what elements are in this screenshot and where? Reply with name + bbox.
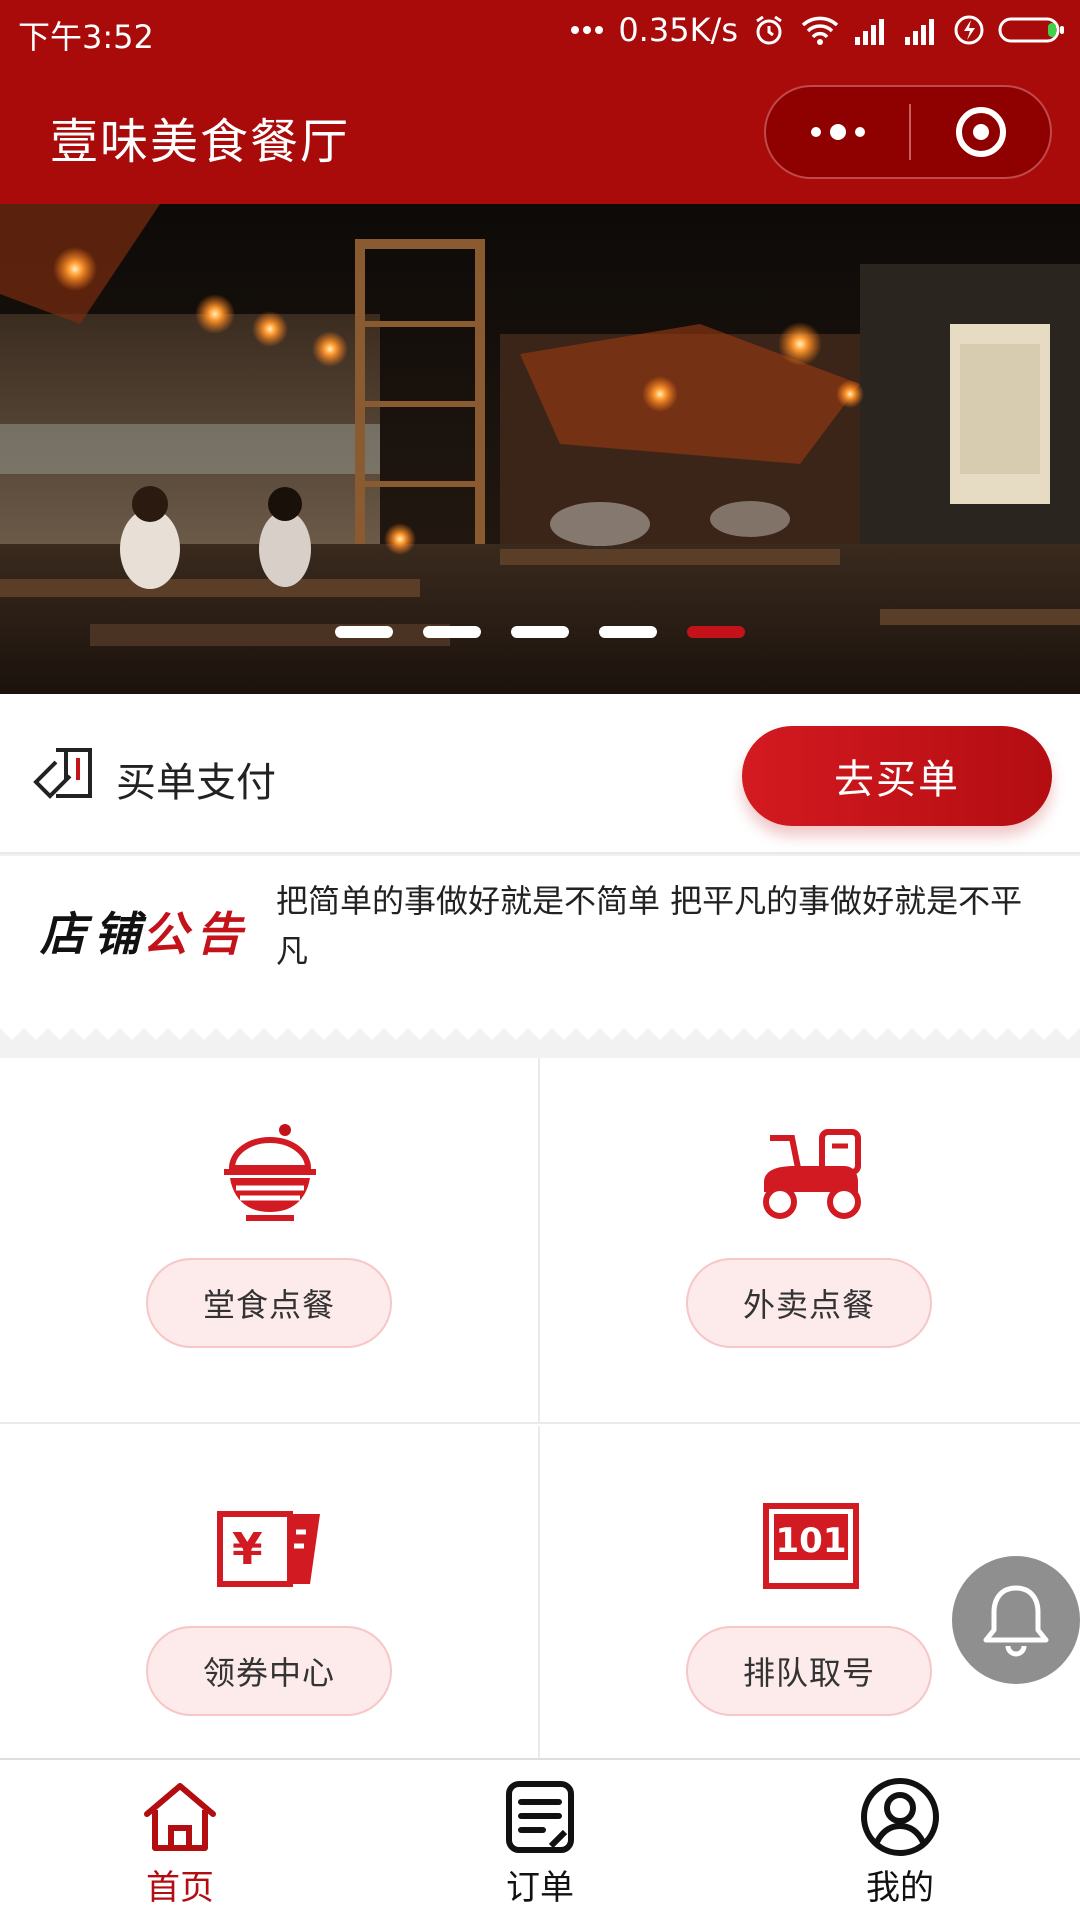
bottom-tab-bar: 首页 订单 我的 [0, 1758, 1080, 1920]
pay-label: 买单支付 [116, 760, 276, 806]
carousel-dot[interactable] [599, 626, 657, 638]
profile-icon [861, 1778, 939, 1856]
signal-icon [855, 19, 884, 45]
battery-icon [998, 17, 1064, 43]
svg-text:¥: ¥ [232, 1524, 263, 1575]
wifi-icon [801, 16, 839, 45]
carousel-dot[interactable] [423, 626, 481, 638]
signal-icon [905, 19, 934, 45]
queue-ticket-icon: 101 [763, 1503, 859, 1589]
carousel-dot[interactable] [511, 626, 569, 638]
service-grid: 堂食点餐 外卖点餐 ¥ 领券中心 101 排队取号 [0, 1058, 1080, 1792]
status-bar: 下午3:52 0.35K/s [0, 0, 1080, 62]
bell-icon [983, 1585, 1049, 1657]
service-cell-dine-in[interactable]: 堂食点餐 [0, 1058, 540, 1424]
rice-bowl-icon [224, 1124, 316, 1221]
notice-text: 把简单的事做好就是不简单 把平凡的事做好就是不平凡 [276, 882, 1023, 970]
close-button[interactable] [911, 87, 1050, 177]
notification-bell-button[interactable] [952, 1556, 1080, 1684]
scooter-icon [763, 1129, 861, 1219]
tab-label: 订单 [506, 1868, 574, 1908]
alarm-icon [756, 15, 782, 45]
close-target-icon [955, 107, 1006, 157]
coupon-icon: ¥ [217, 1511, 320, 1587]
home-icon [144, 1783, 216, 1851]
charging-icon [954, 15, 984, 45]
svg-text:101: 101 [776, 1521, 847, 1561]
store-notice: 店铺 公告 把简单的事做好就是不简单 把平凡的事做好就是不平凡 [0, 856, 1080, 1020]
tab-label: 首页 [146, 1868, 214, 1908]
tab-profile[interactable]: 我的 [720, 1760, 1080, 1920]
tab-home[interactable]: 首页 [0, 1760, 360, 1920]
dine-in-button[interactable]: 堂食点餐 [146, 1258, 392, 1348]
app-header: 壹味美食餐厅 [0, 62, 1080, 204]
carousel-dot-active[interactable] [687, 626, 745, 638]
status-time: 下午3:52 [18, 18, 154, 56]
svg-text:公告: 公告 [142, 907, 246, 961]
status-icons: 0.35K/s [570, 10, 1066, 50]
mini-program-capsule [764, 85, 1052, 179]
tab-orders[interactable]: 订单 [360, 1760, 720, 1920]
pay-section: 买单支付 去买单 [0, 694, 1080, 854]
service-cell-takeout[interactable]: 外卖点餐 [540, 1058, 1080, 1424]
more-dots-icon [571, 26, 604, 34]
page-title: 壹味美食餐厅 [50, 114, 351, 170]
bill-pay-icon [33, 748, 92, 799]
svg-text:店铺: 店铺 [40, 907, 147, 961]
takeout-button[interactable]: 外卖点餐 [686, 1258, 932, 1348]
queue-number-button[interactable]: 排队取号 [686, 1626, 932, 1716]
more-button[interactable] [766, 87, 909, 177]
order-icon [506, 1781, 574, 1853]
go-pay-button[interactable]: 去买单 [742, 726, 1052, 826]
zigzag-divider [0, 1010, 1080, 1058]
restaurant-photo [0, 204, 1080, 694]
network-speed: 0.35K/s [618, 11, 738, 49]
coupon-center-button[interactable]: 领券中心 [146, 1626, 392, 1716]
carousel-dot[interactable] [335, 626, 393, 638]
carousel-indicators [0, 626, 1080, 638]
banner-carousel[interactable] [0, 204, 1080, 694]
service-cell-coupon[interactable]: ¥ 领券中心 [0, 1426, 540, 1792]
store-notice-logo: 店铺 公告 [40, 907, 246, 961]
tab-label: 我的 [866, 1868, 934, 1908]
